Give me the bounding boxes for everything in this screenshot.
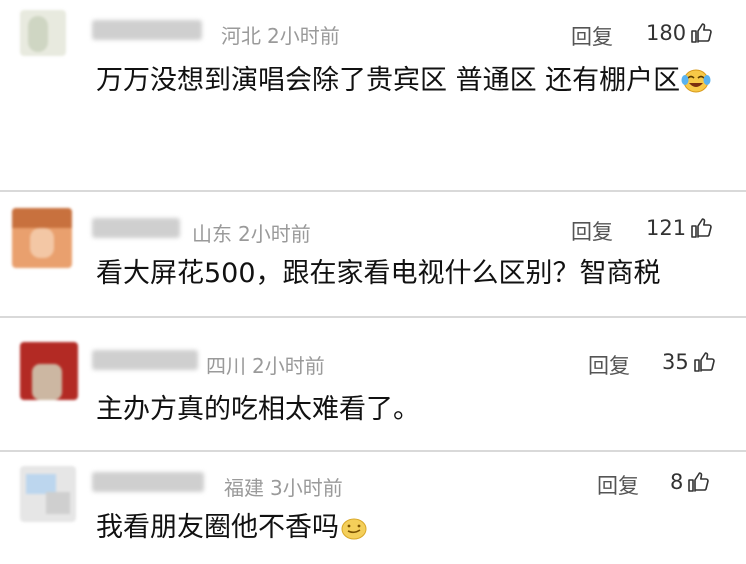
username-blurred[interactable] [92,472,204,492]
reply-button[interactable]: 回复 [597,470,639,500]
username-blurred[interactable] [92,20,202,40]
username-blurred[interactable] [92,218,180,238]
thumbs-up-icon [691,218,712,238]
timestamp: 3小时前 [270,476,343,500]
comment-2: 山东 2小时前 回复 121 看大屏花500，跟在家看电视什么区别？智商税 [0,192,746,316]
comment-4: 福建 3小时前 回复 8 我看朋友圈他不香吗 [0,452,746,564]
like-count: 180 [646,21,687,45]
comment-3: 四川 2小时前 回复 35 主办方真的吃相太难看了。 [0,318,746,450]
location-label: 四川 [206,354,246,378]
comment-text-content: 看大屏花500，跟在家看电视什么区别？智商税 [96,258,661,289]
thumbs-up-icon [688,472,710,492]
reply-button[interactable]: 回复 [571,21,613,51]
like-count: 8 [670,470,684,494]
comment-meta: 四川 2小时前 [206,350,331,379]
comment-meta: 河北 2小时前 [221,20,346,49]
comment-1: 河北 2小时前 回复 180 万万没想到演唱会除了贵宾区 普通区 还有棚户区 [0,0,746,190]
like-button[interactable]: 35 [662,350,716,374]
laughing-crying-emoji-icon [680,66,712,106]
avatar[interactable] [12,208,72,268]
location-label: 福建 [224,476,264,500]
timestamp: 2小时前 [238,222,311,246]
location-label: 山东 [192,222,232,246]
avatar[interactable] [20,10,66,56]
avatar[interactable] [20,466,76,522]
username-blurred[interactable] [92,350,198,370]
comment-text: 万万没想到演唱会除了贵宾区 普通区 还有棚户区 [96,61,716,106]
like-button[interactable]: 121 [646,216,713,240]
comment-text: 看大屏花500，跟在家看电视什么区别？智商税 [96,254,716,294]
comment-text: 主办方真的吃相太难看了。 [96,390,716,430]
thumbs-up-icon [693,352,715,372]
comment-text-content: 我看朋友圈他不香吗 [96,512,339,543]
comment-text: 我看朋友圈他不香吗 [96,508,716,553]
like-button[interactable]: 180 [646,21,713,45]
comment-meta: 山东 2小时前 [192,218,317,247]
comment-text-content: 万万没想到演唱会除了贵宾区 普通区 还有棚户区 [96,65,681,96]
like-count: 35 [662,350,689,374]
timestamp: 2小时前 [267,24,340,48]
location-label: 河北 [221,24,261,48]
comment-text-content: 主办方真的吃相太难看了。 [96,394,420,425]
reply-button[interactable]: 回复 [588,350,630,380]
timestamp: 2小时前 [252,354,325,378]
thumbs-up-icon [691,23,712,43]
smirk-emoji-icon [339,513,369,553]
reply-button[interactable]: 回复 [571,216,613,246]
avatar[interactable] [20,342,78,400]
like-button[interactable]: 8 [670,470,710,494]
comment-meta: 福建 3小时前 [224,472,349,501]
like-count: 121 [646,216,687,240]
